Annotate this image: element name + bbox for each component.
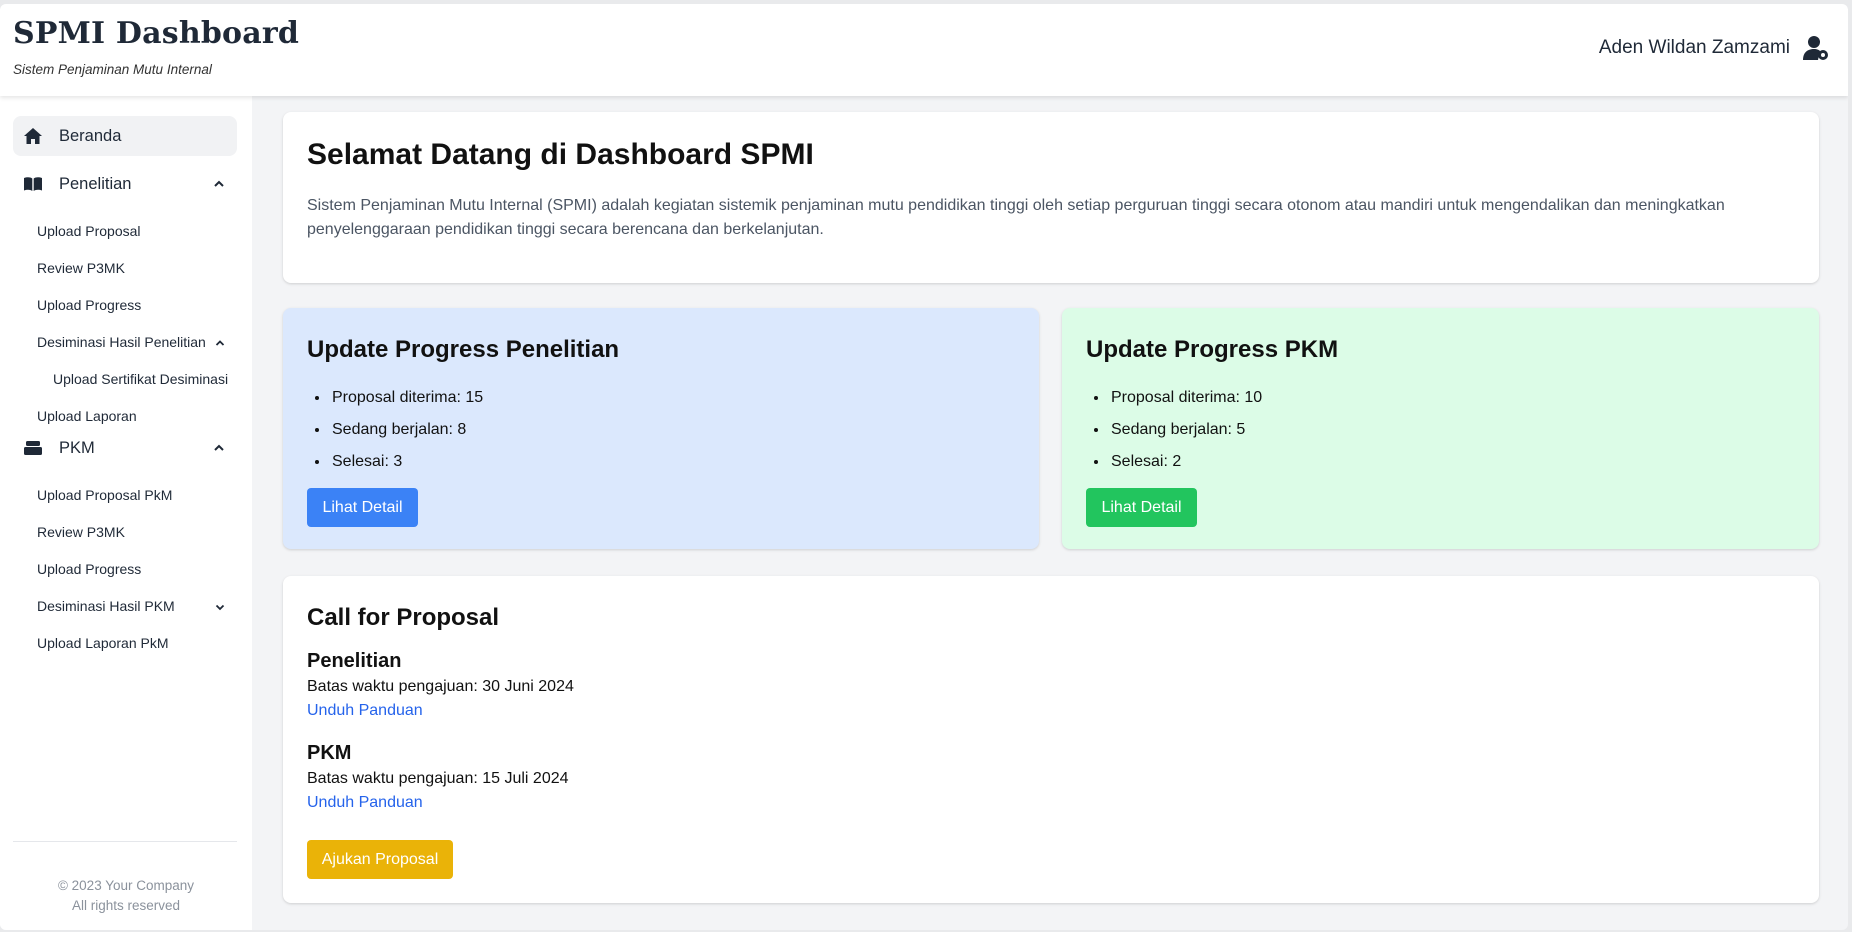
sidebar-item-label: PKM [59, 438, 95, 457]
app-window: SPMI Dashboard Sistem Penjaminan Mutu In… [0, 4, 1848, 930]
list-item: Proposal diterima: 15 [330, 382, 483, 414]
user-menu[interactable]: Aden Wildan Zamzami [1599, 34, 1830, 62]
progress-penelitian-card: Update Progress Penelitian Proposal dite… [283, 308, 1039, 549]
sidebar-item-review-p3mk[interactable]: Review P3MK [37, 260, 125, 276]
list-item: Sedang berjalan: 5 [1109, 414, 1262, 446]
sidebar: Beranda Penelitian Upload Proposal Revie… [0, 96, 252, 930]
sidebar-item-label: Desiminasi Hasil Penelitian [37, 334, 206, 350]
sidebar-item-label: Penelitian [59, 174, 132, 193]
sidebar-item-label: Desiminasi Hasil PKM [37, 598, 175, 614]
sidebar-item-upload-progress-pkm[interactable]: Upload Progress [37, 561, 141, 577]
sidebar-item-upload-progress[interactable]: Upload Progress [37, 297, 141, 313]
chevron-down-icon [213, 600, 227, 614]
cfp-pkm-download-link[interactable]: Unduh Panduan [307, 794, 423, 812]
cfp-penelitian-heading: Penelitian [307, 650, 402, 672]
cfp-penelitian-deadline: Batas waktu pengajuan: 30 Juni 2024 [307, 678, 574, 695]
chevron-up-icon [213, 336, 227, 350]
ajukan-proposal-button[interactable]: Ajukan Proposal [307, 840, 453, 879]
chevron-up-icon [211, 440, 227, 456]
cfp-pkm-heading: PKM [307, 742, 352, 764]
footer-rights: All rights reserved [71, 898, 181, 913]
sidebar-item-desiminasi-penelitian[interactable]: Desiminasi Hasil Penelitian [37, 334, 237, 350]
call-for-proposal-card: Call for Proposal Penelitian Batas waktu… [283, 576, 1819, 903]
app-subtitle: Sistem Penjaminan Mutu Internal [13, 62, 212, 77]
welcome-card: Selamat Datang di Dashboard SPMI Sistem … [283, 112, 1819, 283]
lihat-detail-pkm-button[interactable]: Lihat Detail [1086, 488, 1197, 527]
sidebar-item-review-p3mk-pkm[interactable]: Review P3MK [37, 524, 125, 540]
app-title: SPMI Dashboard [13, 16, 300, 51]
sidebar-item-upload-laporan[interactable]: Upload Laporan [37, 408, 137, 424]
sidebar-item-upload-proposal[interactable]: Upload Proposal [37, 223, 141, 239]
sidebar-item-upload-proposal-pkm[interactable]: Upload Proposal PkM [37, 487, 172, 503]
chevron-up-icon [211, 176, 227, 192]
progress-penelitian-list: Proposal diterima: 15 Sedang berjalan: 8… [330, 382, 483, 478]
sidebar-item-desiminasi-pkm[interactable]: Desiminasi Hasil PKM [37, 598, 237, 614]
progress-pkm-list: Proposal diterima: 10 Sedang berjalan: 5… [1109, 382, 1262, 478]
progress-pkm-title: Update Progress PKM [1086, 336, 1339, 363]
user-name: Aden Wildan Zamzami [1598, 37, 1790, 58]
sidebar-footer: © 2023 Your Company All rights reserved [0, 876, 252, 916]
list-item: Sedang berjalan: 8 [330, 414, 483, 446]
box-icon [23, 440, 43, 456]
user-cog-icon [1802, 34, 1830, 62]
welcome-description: Sistem Penjaminan Mutu Internal (SPMI) a… [307, 197, 1725, 238]
sidebar-group-pkm[interactable]: PKM [13, 432, 237, 464]
home-icon [23, 127, 43, 145]
progress-penelitian-title: Update Progress Penelitian [307, 336, 620, 363]
sidebar-item-beranda[interactable]: Beranda [13, 116, 237, 156]
sidebar-item-label: Beranda [59, 126, 122, 145]
sidebar-item-upload-sertifikat[interactable]: Upload Sertifikat Desiminasi [53, 371, 228, 387]
progress-pkm-card: Update Progress PKM Proposal diterima: 1… [1062, 308, 1819, 549]
top-header: SPMI Dashboard Sistem Penjaminan Mutu In… [0, 4, 1848, 96]
cfp-pkm-deadline: Batas waktu pengajuan: 15 Juli 2024 [307, 770, 569, 787]
welcome-title: Selamat Datang di Dashboard SPMI [307, 138, 814, 171]
cfp-title: Call for Proposal [307, 604, 500, 631]
sidebar-group-penelitian[interactable]: Penelitian [13, 168, 237, 200]
sidebar-divider [13, 841, 237, 842]
list-item: Selesai: 2 [1109, 446, 1262, 478]
cfp-penelitian-download-link[interactable]: Unduh Panduan [307, 702, 423, 720]
book-open-icon [23, 176, 43, 192]
list-item: Proposal diterima: 10 [1109, 382, 1262, 414]
lihat-detail-penelitian-button[interactable]: Lihat Detail [307, 488, 418, 527]
list-item: Selesai: 3 [330, 446, 483, 478]
sidebar-item-upload-laporan-pkm[interactable]: Upload Laporan PkM [37, 635, 169, 651]
footer-copyright: © 2023 Your Company [57, 878, 195, 893]
